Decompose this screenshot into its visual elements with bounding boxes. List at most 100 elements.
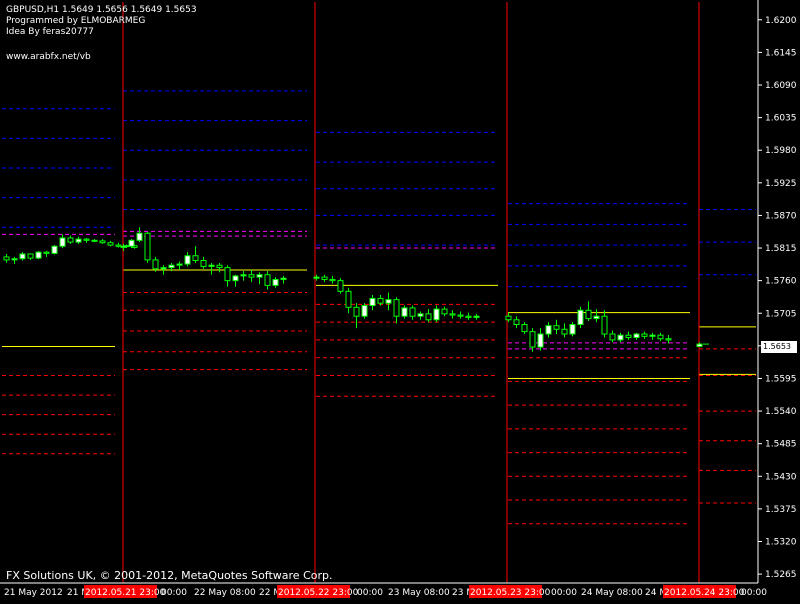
candle-body (433, 308, 440, 321)
candle-body (120, 245, 127, 248)
candle-body (200, 259, 207, 267)
candle-body (625, 334, 632, 339)
candle-body (184, 255, 191, 265)
price-tick-label: 1.6090 (765, 81, 797, 91)
candle-body (216, 264, 223, 269)
candle-body (593, 315, 600, 320)
price-tick-label: 1.5815 (765, 244, 797, 254)
candle-body (232, 275, 239, 282)
candle-body (192, 255, 199, 261)
price-tick-label: 1.5705 (765, 309, 797, 319)
candle-body (3, 256, 10, 261)
time-tick-label: 21 May 2012 (4, 588, 63, 598)
website-link[interactable]: www.arabfx.net/vb (6, 52, 91, 63)
candle-body (649, 334, 656, 337)
candle-body (529, 331, 536, 348)
price-tick-label: 1.5595 (765, 374, 797, 384)
candle-body (553, 325, 560, 330)
current-price-badge: 1.5653 (761, 341, 797, 353)
candle-body (657, 334, 664, 340)
candle-body (577, 309, 584, 326)
time-tick-label: 00:00 (161, 588, 187, 598)
candle-body (449, 313, 456, 316)
candle-body (377, 297, 384, 304)
symbol-info: GBPUSD,H1 1.5649 1.5656 1.5649 1.5653 (6, 5, 197, 15)
candle-body (417, 313, 424, 317)
candle-body (401, 307, 408, 317)
candle-body (240, 274, 247, 277)
candle-body (136, 232, 143, 241)
candle-body (272, 278, 279, 286)
time-tick-label: 22 May 08:00 (194, 588, 256, 598)
candle-body (393, 299, 400, 317)
candle-body (585, 309, 592, 320)
candle-body (248, 274, 255, 278)
candle-body (696, 343, 703, 347)
copyright-notice: FX Solutions UK, © 2001-2012, MetaQuotes… (6, 569, 333, 582)
chart-window[interactable]: 1.6200 1.6145 1.6090 1.6035 1.5980 1.5925 1.58… (0, 0, 800, 600)
candle-body (465, 315, 472, 318)
price-tick-label: 1.5760 (765, 277, 797, 287)
price-tick-label: 1.5925 (765, 179, 797, 189)
candle-body (91, 239, 98, 242)
candle-body (665, 338, 672, 341)
candle-body (83, 238, 90, 241)
price-tick-label: 1.6200 (765, 16, 797, 26)
candle-body (280, 277, 287, 280)
candle-body (264, 274, 271, 286)
candle-body (224, 267, 231, 282)
candle-body (425, 313, 432, 321)
price-chart[interactable]: 1.6200 1.6145 1.6090 1.6035 1.5980 1.5925 1.58… (0, 0, 800, 600)
time-tick-label: 24 May 08:00 (581, 588, 643, 598)
candle-body (51, 245, 58, 254)
candle-body (505, 315, 512, 321)
price-tick-label: 1.5430 (765, 472, 797, 482)
candle-body (27, 253, 34, 259)
candle-body (99, 240, 106, 244)
candle-body (115, 244, 122, 247)
candle-body (67, 237, 74, 243)
candle-body (641, 333, 648, 337)
price-tick-label: 1.5540 (765, 407, 797, 417)
candle-body (43, 251, 50, 254)
candle-body (321, 276, 328, 280)
price-tick-label: 1.5265 (765, 570, 797, 580)
time-tick-label: 00:00 (741, 588, 767, 598)
candle-body (441, 308, 448, 315)
time-tick-label: 2012.05.22 23:00 (278, 588, 359, 598)
candle-body (337, 280, 344, 292)
candle-body (313, 276, 320, 279)
candle-body (361, 305, 368, 317)
candle-body (329, 278, 336, 282)
candle-body (513, 319, 520, 326)
candle-body (128, 239, 135, 247)
time-tick-label: 2012.05.23 23:00 (470, 588, 551, 598)
price-tick-label: 1.6145 (765, 48, 797, 58)
candle-body (59, 237, 66, 247)
price-tick-label: 1.5320 (765, 538, 797, 548)
price-tick-label: 1.5870 (765, 211, 797, 221)
candle-body (521, 324, 528, 333)
price-tick-label: 1.5980 (765, 146, 797, 156)
candle-body (561, 328, 568, 335)
candle-body (537, 333, 544, 348)
candle-body (633, 333, 640, 339)
candle-body (569, 324, 576, 335)
candle-body (345, 290, 352, 308)
candle-body (385, 299, 392, 304)
candle-body (473, 315, 480, 318)
price-tick-label: 1.6035 (765, 114, 797, 124)
candle-body (208, 264, 215, 267)
candle-body (353, 306, 360, 317)
time-tick-label: 00:00 (551, 588, 577, 598)
candle-body (75, 238, 82, 243)
candle-body (176, 263, 183, 266)
candle-body (256, 274, 263, 278)
candle-body (35, 251, 42, 259)
candle-body (609, 333, 616, 341)
candle-body (152, 259, 159, 270)
candle-body (168, 264, 175, 269)
candle-body (144, 232, 151, 261)
candle-body (601, 315, 608, 335)
idea-credit: Idea By feras20777 (6, 27, 94, 37)
